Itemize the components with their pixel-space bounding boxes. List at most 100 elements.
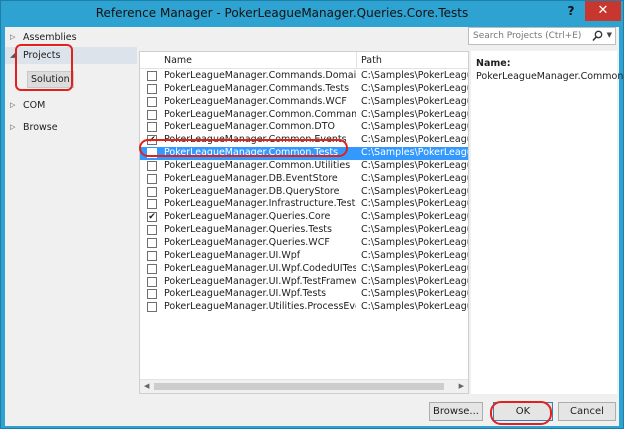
table-row[interactable]: PokerLeagueManager.Commands.Domain C:\Sam… xyxy=(140,70,468,83)
project-name-cell: PokerLeagueManager.Common.Utilities xyxy=(164,159,351,171)
expand-arrow-icon[interactable]: ▷ xyxy=(10,119,15,136)
table-row[interactable]: PokerLeagueManager.Queries.Tests C:\Sampl… xyxy=(140,224,468,237)
title-bar[interactable]: Reference Manager - PokerLeagueManager.Q… xyxy=(1,1,623,27)
reference-checkbox[interactable] xyxy=(147,122,157,133)
highlight-selected-row-callout xyxy=(139,139,348,157)
table-row[interactable]: PokerLeagueManager.DB.EventStore C:\Sampl… xyxy=(140,173,468,186)
reference-checkbox[interactable] xyxy=(147,237,157,248)
table-row[interactable]: PokerLeagueManager.Commands.Tests C:\Samp… xyxy=(140,83,468,96)
search-icon[interactable] xyxy=(592,30,603,45)
project-name-cell: PokerLeagueManager.UI.Wpf.CodedUITests xyxy=(164,262,356,274)
reference-checkbox[interactable] xyxy=(147,289,157,300)
browse-button[interactable]: Browse... xyxy=(429,402,483,421)
project-path-cell: C:\Samples\PokerLeague xyxy=(361,82,468,94)
project-name-cell: PokerLeagueManager.DB.EventStore xyxy=(164,172,338,184)
project-path-cell: C:\Samples\PokerLeague xyxy=(361,275,468,287)
project-name-cell: PokerLeagueManager.DB.QueryStore xyxy=(164,185,340,197)
list-header: Name Path xyxy=(140,52,468,69)
column-divider[interactable] xyxy=(356,52,357,69)
scroll-right-icon[interactable]: ▶ xyxy=(459,382,464,390)
reference-checkbox[interactable] xyxy=(147,250,157,261)
table-row[interactable]: PokerLeagueManager.UI.Wpf.Tests C:\Sample… xyxy=(140,288,468,301)
detail-name-label: Name: xyxy=(476,58,511,69)
detail-pane: Name: PokerLeagueManager.Common.Tests xyxy=(471,51,624,394)
project-path-cell: C:\Samples\PokerLeague xyxy=(361,70,468,81)
table-row[interactable]: PokerLeagueManager.UI.Wpf.TestFramework C… xyxy=(140,276,468,289)
search-placeholder: Search Projects (Ctrl+E) xyxy=(473,31,582,41)
expand-arrow-icon[interactable]: ▷ xyxy=(10,97,15,114)
project-path-cell: C:\Samples\PokerLeague xyxy=(361,288,468,300)
column-header-path[interactable]: Path xyxy=(361,55,382,66)
nav-item-browse[interactable]: ▷ Browse xyxy=(5,119,137,136)
project-path-cell: C:\Samples\PokerLeague xyxy=(361,301,468,313)
project-path-cell: C:\Samples\PokerLeague xyxy=(361,159,468,171)
nav-item-label: Browse xyxy=(23,122,58,133)
project-path-cell: C:\Samples\PokerLeague xyxy=(361,147,468,159)
project-name-cell: PokerLeagueManager.UI.Wpf.Tests xyxy=(164,288,327,300)
project-path-cell: C:\Samples\PokerLeague xyxy=(361,134,468,146)
nav-item-label: COM xyxy=(23,100,46,111)
table-row[interactable]: PokerLeagueManager.Common.Commands C:\Sam… xyxy=(140,109,468,122)
table-row[interactable]: PokerLeagueManager.Queries.WCF C:\Samples… xyxy=(140,237,468,250)
project-name-cell: PokerLeagueManager.Common.Commands xyxy=(164,108,356,120)
reference-checkbox[interactable] xyxy=(147,263,157,274)
scrollbar-thumb[interactable] xyxy=(154,383,444,390)
cancel-button[interactable]: Cancel xyxy=(558,402,616,421)
reference-checkbox[interactable] xyxy=(147,276,157,287)
project-name-cell: PokerLeagueManager.UI.Wpf xyxy=(164,249,301,261)
project-path-cell: C:\Samples\PokerLeague xyxy=(361,121,468,133)
help-button[interactable]: ? xyxy=(558,1,584,21)
project-name-cell: PokerLeagueManager.Infrastructure.Tests xyxy=(164,198,356,210)
project-name-cell: PokerLeagueManager.Utilities.ProcessEven… xyxy=(164,301,356,313)
table-row[interactable]: PokerLeagueManager.UI.Wpf.CodedUITests C:… xyxy=(140,263,468,276)
chevron-down-icon[interactable]: ▼ xyxy=(607,31,612,39)
table-row[interactable]: PokerLeagueManager.UI.Wpf C:\Samples\Poke… xyxy=(140,250,468,263)
horizontal-scrollbar[interactable]: ◀ ▶ xyxy=(140,379,468,393)
highlight-projects-callout xyxy=(15,44,73,91)
reference-checkbox[interactable] xyxy=(147,83,157,94)
table-row[interactable]: PokerLeagueManager.Common.DTO C:\Samples\… xyxy=(140,121,468,134)
project-name-cell: PokerLeagueManager.Commands.Domain xyxy=(164,70,356,81)
table-row[interactable]: ✔ PokerLeagueManager.Queries.Core C:\Sampl… xyxy=(140,211,468,224)
project-name-cell: PokerLeagueManager.Queries.Tests xyxy=(164,224,332,236)
reference-checkbox[interactable]: ✔ xyxy=(147,212,157,223)
reference-manager-window: Reference Manager - PokerLeagueManager.Q… xyxy=(0,0,624,429)
reference-checkbox[interactable] xyxy=(147,302,157,313)
table-row[interactable]: PokerLeagueManager.DB.QueryStore C:\Sampl… xyxy=(140,186,468,199)
reference-checkbox[interactable] xyxy=(147,199,157,210)
reference-checkbox[interactable] xyxy=(147,225,157,236)
project-path-cell: C:\Samples\PokerLeague xyxy=(361,211,468,223)
project-name-cell: PokerLeagueManager.Queries.WCF xyxy=(164,236,330,248)
project-path-cell: C:\Samples\PokerLeague xyxy=(361,108,468,120)
expand-arrow-icon[interactable]: ▷ xyxy=(10,29,15,46)
project-path-cell: C:\Samples\PokerLeague xyxy=(361,262,468,274)
close-button[interactable]: ✕ xyxy=(585,1,621,21)
project-path-cell: C:\Samples\PokerLeague xyxy=(361,185,468,197)
reference-checkbox[interactable] xyxy=(147,173,157,184)
project-name-cell: PokerLeagueManager.Commands.WCF xyxy=(164,95,347,107)
highlight-ok-callout xyxy=(490,401,552,425)
project-name-cell: PokerLeagueManager.UI.Wpf.TestFramework xyxy=(164,275,356,287)
reference-checkbox[interactable] xyxy=(147,186,157,197)
table-row[interactable]: PokerLeagueManager.Utilities.ProcessEven… xyxy=(140,301,468,314)
project-name-cell: PokerLeagueManager.Queries.Core xyxy=(164,211,331,223)
column-header-name[interactable]: Name xyxy=(164,55,192,66)
scroll-left-icon[interactable]: ◀ xyxy=(144,382,149,390)
detail-name-value: PokerLeagueManager.Common.Tests xyxy=(476,71,624,82)
search-projects-input[interactable]: Search Projects (Ctrl+E) ▼ xyxy=(468,27,616,45)
project-path-cell: C:\Samples\PokerLeague xyxy=(361,198,468,210)
table-row[interactable]: PokerLeagueManager.Common.Utilities C:\Sa… xyxy=(140,160,468,173)
project-path-cell: C:\Samples\PokerLeague xyxy=(361,95,468,107)
list-rows: PokerLeagueManager.Commands.Domain C:\Sam… xyxy=(140,70,468,314)
reference-checkbox[interactable] xyxy=(147,96,157,107)
reference-checkbox[interactable] xyxy=(147,160,157,171)
project-path-cell: C:\Samples\PokerLeague xyxy=(361,249,468,261)
project-path-cell: C:\Samples\PokerLeague xyxy=(361,236,468,248)
project-name-cell: PokerLeagueManager.Common.DTO xyxy=(164,121,335,133)
nav-item-com[interactable]: ▷ COM xyxy=(5,97,137,114)
reference-checkbox[interactable] xyxy=(147,71,157,81)
table-row[interactable]: PokerLeagueManager.Commands.WCF C:\Sample… xyxy=(140,96,468,109)
project-path-cell: C:\Samples\PokerLeague xyxy=(361,224,468,236)
reference-checkbox[interactable] xyxy=(147,109,157,120)
table-row[interactable]: PokerLeagueManager.Infrastructure.Tests C… xyxy=(140,198,468,211)
